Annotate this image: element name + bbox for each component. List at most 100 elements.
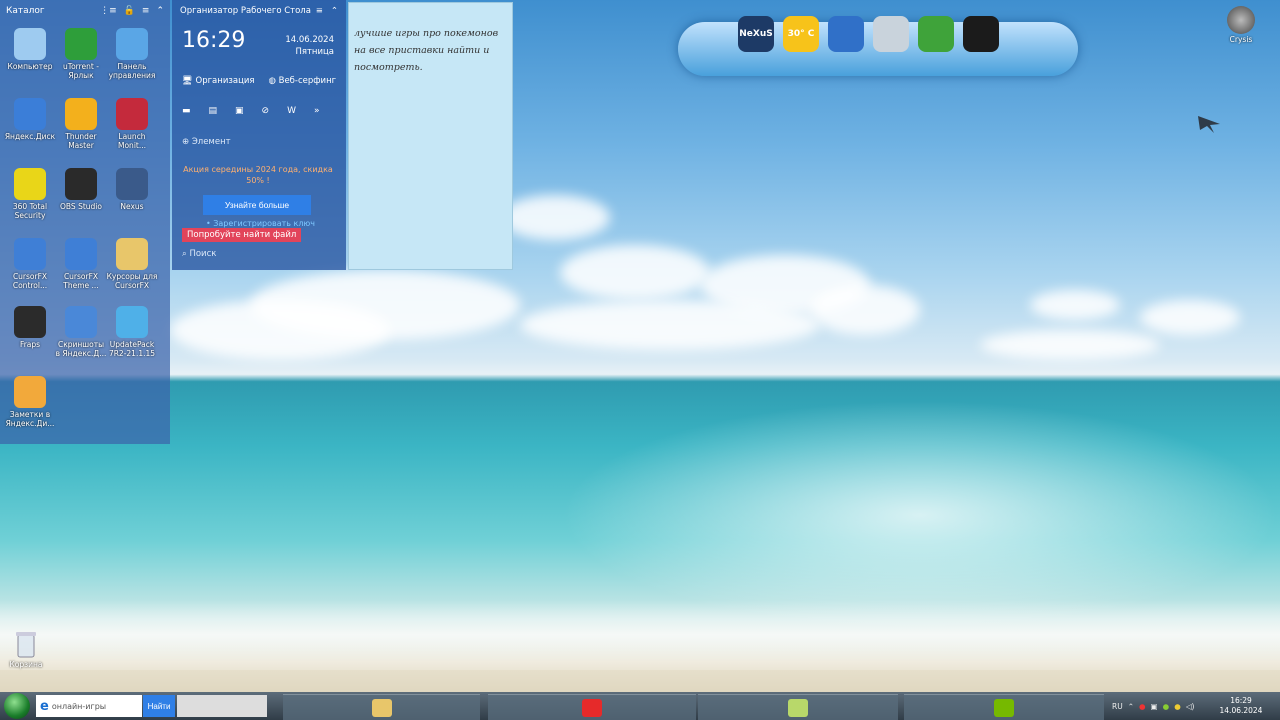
taskbar-app-button[interactable] (283, 694, 480, 720)
search-query-text: онлайн-игры (51, 701, 107, 711)
organization-link[interactable]: 🖥 Организация (182, 76, 255, 86)
internet-explorer-icon: e (40, 698, 49, 714)
web-surfing-link[interactable]: ◍ Веб-серфинг (269, 76, 337, 86)
lock-icon[interactable]: 🔓 (124, 6, 135, 16)
search-submit-button[interactable]: Найти (143, 695, 175, 717)
desktop-shortcut[interactable]: uTorrent - Ярлык (55, 28, 107, 80)
organizer-clock: 16:29 (182, 28, 246, 53)
add-element-button[interactable]: ⊕ Элемент (182, 137, 231, 147)
learn-more-button[interactable]: Узнайте больше (203, 195, 311, 215)
notes-app-icon (788, 698, 808, 717)
desktop-shortcut[interactable]: CursorFX Control... (4, 238, 56, 290)
crysis-shortcut[interactable]: Crysis (1226, 6, 1256, 44)
organizer-header: Организатор Рабочего Стола ≡ ⌃ (172, 0, 346, 22)
collapse-icon[interactable]: ⌃ (331, 6, 338, 16)
shortcut-label: 360 Total Security (12, 202, 48, 220)
desktop-shortcut[interactable]: Компьютер (4, 28, 56, 71)
search-icon: ⌕ (182, 249, 187, 259)
recycle-bin-label: Корзина (9, 660, 43, 669)
360-security-icon (14, 168, 46, 200)
nvidia-icon (994, 698, 1014, 717)
recycle-bin-icon (16, 632, 36, 658)
dock-items: NeXuS 30° C (738, 16, 999, 52)
yandex-disk-icon (14, 98, 46, 130)
tray-app-icon[interactable]: ● (1139, 702, 1146, 711)
thunder-master-icon (65, 98, 97, 130)
computer-icon[interactable] (828, 16, 864, 52)
shortcut-label: Яндекс.Диск (4, 132, 56, 141)
more-icon[interactable]: » (314, 106, 320, 116)
desktop-shortcut[interactable]: CursorFX Theme ... (55, 238, 107, 290)
jet-cursor-icon (1198, 116, 1220, 133)
cursorfx-icon (14, 238, 46, 270)
taskbar-clock[interactable]: 16:29 14.06.2024 (1216, 696, 1266, 716)
desktop-shortcut[interactable]: Thunder Master (55, 98, 107, 150)
language-indicator[interactable]: RU (1112, 702, 1123, 711)
menu-icon[interactable]: ≡ (316, 6, 323, 16)
shortcut-label: uTorrent - Ярлык (63, 62, 99, 80)
taskbar-app-button[interactable] (698, 694, 898, 720)
word-icon[interactable]: W (287, 106, 296, 116)
torrent-tray-icon[interactable]: ● (1174, 702, 1181, 711)
shortcut-label: Nexus (120, 202, 144, 211)
taskbar-app-button[interactable] (488, 694, 696, 720)
desktop-shortcut[interactable]: Курсоры для CursorFX (106, 238, 158, 290)
monitor-icon: 🖥 (182, 76, 193, 86)
sticky-note[interactable]: лучшие игры про покемонов на все пристав… (348, 2, 513, 270)
desktop-shortcut[interactable]: Яндекс.Диск (4, 98, 56, 141)
nexus-logo-icon[interactable]: NeXuS (738, 16, 774, 52)
weather-sun-icon[interactable]: 30° C (783, 16, 819, 52)
launch-monitor-icon (116, 98, 148, 130)
organizer-links: 🖥 Организация ◍ Веб-серфинг (182, 76, 336, 86)
clock-date: 14.06.2024 (1219, 706, 1263, 715)
register-key-link[interactable]: • Зарегистрировать ключ (206, 219, 315, 228)
desktop-shortcut[interactable]: UpdatePack 7R2-21.1.15 (106, 306, 158, 358)
taskbar-app-button[interactable] (904, 694, 1104, 720)
yandex-browser-icon (582, 698, 602, 717)
desktop-shortcut[interactable]: OBS Studio (55, 168, 107, 211)
organizer-search[interactable]: ⌕ Поиск (182, 249, 216, 259)
camera-icon[interactable] (963, 16, 999, 52)
date-text: 14.06.2024 (285, 35, 334, 45)
desktop-shortcut[interactable]: Nexus (106, 168, 158, 211)
catalog-title: Каталог (6, 6, 45, 16)
crysis-icon (1227, 6, 1255, 34)
search-extra-field[interactable] (177, 695, 267, 717)
try-find-file-badge[interactable]: Попробуйте найти файл (182, 228, 302, 242)
desktop-shortcut[interactable]: 360 Total Security (4, 168, 56, 220)
collapse-icon[interactable]: ⌃ (156, 6, 164, 16)
document-icon[interactable]: ▤ (209, 106, 218, 116)
weekday-text: Пятница (295, 47, 334, 57)
shortcut-label: Launch Monit... (118, 132, 146, 150)
battery-icon[interactable] (918, 16, 954, 52)
view-toggle-icon[interactable]: ⋮≡ (100, 6, 117, 16)
desktop-shortcut[interactable]: Launch Monit... (106, 98, 158, 150)
clock-time: 16:29 (1230, 696, 1252, 705)
network-icon[interactable]: ▣ (1151, 702, 1158, 711)
shortcut-label: CursorFX Theme ... (63, 272, 99, 290)
desktop-shortcut[interactable]: Панель управления (106, 28, 158, 80)
desktop-shortcut[interactable]: Заметки в Яндекс.Ди... (4, 376, 56, 428)
note-text[interactable]: лучшие игры про покемонов на все пристав… (354, 25, 506, 76)
drive-icon[interactable]: ▬ (182, 106, 191, 116)
recycle-bin[interactable]: Корзина (6, 630, 46, 669)
dock-item-label: 30° C (787, 29, 815, 39)
add-element-label: Элемент (191, 137, 231, 147)
control-panel-icon (116, 28, 148, 60)
desktop-organizer-panel: Организатор Рабочего Стола ≡ ⌃ 16:29 14.… (172, 0, 346, 270)
desktop-shortcut[interactable]: Fraps (4, 306, 56, 349)
start-button[interactable] (4, 693, 30, 719)
image-icon[interactable]: ▣ (235, 106, 244, 116)
shortcut-label: Thunder Master (65, 132, 97, 150)
desktop-shortcut[interactable]: Скриншоты в Яндекс.Д... (55, 306, 107, 358)
notes-icon (14, 376, 46, 408)
volume-icon[interactable]: ◁) (1186, 702, 1195, 711)
web-search-input[interactable]: e онлайн-игры (36, 695, 142, 717)
link-icon[interactable]: ⊘ (262, 106, 270, 116)
shortcut-label: Скриншоты в Яндекс.Д... (55, 340, 107, 358)
shortcut-label: OBS Studio (60, 202, 102, 211)
tray-chevron-icon[interactable]: ⌃ (1128, 702, 1134, 711)
security-icon[interactable]: ● (1163, 702, 1170, 711)
speaker-icon[interactable] (873, 16, 909, 52)
menu-icon[interactable]: ≡ (142, 6, 150, 16)
